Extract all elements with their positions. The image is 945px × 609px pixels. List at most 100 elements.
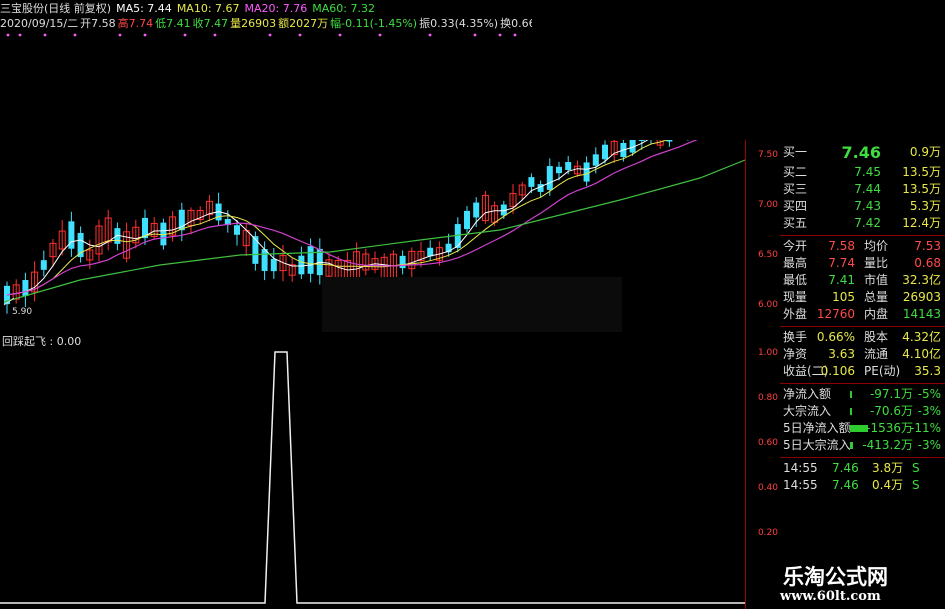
order-price: 7.42 [854,216,881,230]
separator [780,457,945,458]
signal-dot [298,33,302,37]
tick-volume: 0.4万 [872,478,904,492]
order-price: 7.46 [841,143,881,162]
order-book-row: 买四 7.43 5.3万 [780,198,943,215]
quote-label: 量比 [864,256,889,270]
flow-value: -97.1万 [869,387,913,401]
quote-label: 市值 [864,273,889,287]
quote-value: 26903 [902,290,941,304]
candle-down [546,166,553,190]
flow-row: 5日大宗流入 -413.2万 -3% [780,437,943,454]
stat-label: 换手 [783,330,808,344]
signal-dot [338,33,342,37]
stat-value: 4.10亿 [902,347,941,361]
header-item: MA10: 7.67 [176,2,240,15]
flow-value: -1536万 [866,421,913,435]
tick-time: 14:55 [783,478,818,492]
price-tick: 6.00 [757,300,778,310]
signal-dot [473,33,477,37]
ohlc-item: 收7.47 [192,17,229,30]
flow-pct: -3% [917,438,941,452]
flow-row: 大宗流入 -70.6万 -3% [780,403,943,420]
candle-down [473,202,480,218]
flow-bar [850,391,852,398]
flow-value: -70.6万 [869,404,913,418]
flow-value: -413.2万 [862,438,913,452]
signal-dot [183,33,187,37]
tick-side: S [912,478,920,492]
candle-down [270,258,277,272]
candle-down [583,162,590,182]
quote-value: 14143 [902,307,941,321]
stat-row: 换手 0.66% 股本 4.32亿 [780,329,943,346]
tick-side: S [912,461,920,475]
ohlc-item: 2020/09/15/二 [0,17,79,30]
ohlc-item: 量26903 [230,17,277,30]
watermark-url: www.60lt.com [780,589,881,604]
price-tick: 7.50 [757,150,778,160]
candle-down [528,177,535,187]
order-price: 7.44 [854,182,881,196]
chart-title-bar: 三宝股份(日线 前复权) MA5: 7.44 MA10: 7.67 MA20: 7.7… [0,0,380,16]
order-volume: 13.5万 [902,182,941,196]
order-label: 买三 [783,182,808,196]
candle-down [261,249,268,271]
ohlc-item: 幅-0.11(-1.45%) [330,17,418,30]
indicator-chart[interactable] [0,345,745,609]
separator [780,326,945,327]
stat-row: 收益(二) 0.106 PE(动) 35.3 [780,363,943,380]
stat-label: PE(动) [864,364,901,378]
quote-row: 最高 7.74 量比 0.68 [780,255,943,272]
signal-dot [428,33,432,37]
quote-value: 0.68 [914,256,941,270]
signal-dot [378,33,382,37]
candle-down [22,280,29,296]
order-book-row: 买五 7.42 12.4万 [780,215,943,232]
quote-panel: 买一 7.46 0.9万 买二 7.45 13.5万 买三 7.44 13.5万 买四 7.43 5.… [780,140,945,609]
separator [780,235,945,236]
signal-dot [43,33,47,37]
candle-down [40,260,47,270]
flow-label: 5日大宗流入 [783,438,851,452]
signal-dot [118,33,122,37]
stat-value: 35.3 [914,364,941,378]
signal-dot [73,33,77,37]
flow-label: 5日净流入额 [783,421,851,435]
indicator-line [0,351,745,604]
quote-label: 最低 [783,273,808,287]
flow-label: 大宗流入 [783,404,832,418]
signal-dot [498,33,502,37]
tick-volume: 3.8万 [872,461,904,475]
order-volume: 0.9万 [909,145,941,159]
signal-dot [513,33,517,37]
order-book-row: 买一 7.46 0.9万 [780,144,943,161]
header-item: MA20: 7.76 [244,2,308,15]
tick-time: 14:55 [783,461,818,475]
price-tick: 7.00 [757,200,778,210]
flow-pct: -5% [917,387,941,401]
signal-dot [6,33,10,37]
candle-down [298,255,305,275]
header-item: MA5: 7.44 [116,2,172,15]
order-book-row: 买二 7.45 13.5万 [780,164,943,181]
quote-value: 7.74 [828,256,855,270]
header-item: MA60: 7.32 [312,2,375,15]
stat-value: 0.106 [820,364,855,378]
flow-bar [850,408,852,415]
signal-dot [213,33,217,37]
quote-label: 现量 [783,290,808,304]
indicator-tick: 0.20 [757,528,778,538]
indicator-tick: 0.80 [757,393,778,403]
quote-row: 外盘 12760 内盘 14143 [780,306,943,323]
quote-row: 今开 7.58 均价 7.53 [780,238,943,255]
order-price: 7.43 [854,199,881,213]
watermark-title: 乐淘公式网 [783,564,888,589]
low-marker: 5.90 [12,307,32,317]
order-volume: 5.3万 [909,199,941,213]
ohlc-item: 低7.41 [155,17,191,30]
candle-down [252,236,259,264]
ohlc-item: 开7.58 [80,17,116,30]
tick-row: 14:55 7.46 3.8万 S [780,460,943,477]
candle-down [556,166,562,174]
candle-down [399,255,406,269]
